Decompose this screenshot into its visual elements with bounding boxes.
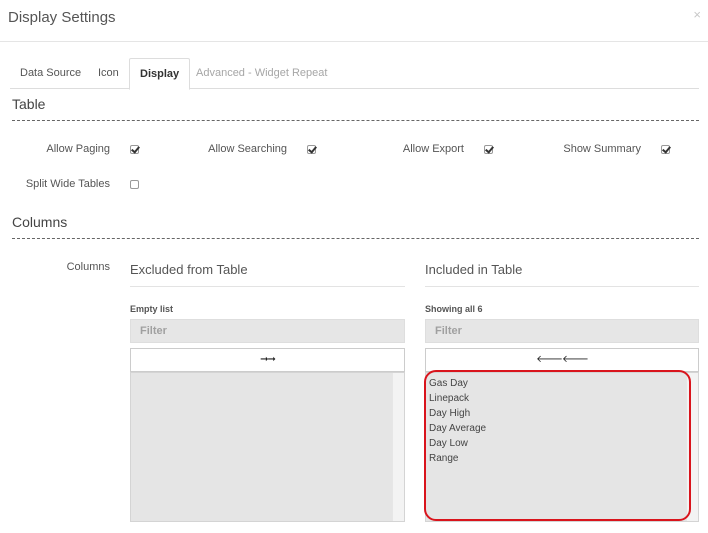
- double-arrow-left-icon: 🡐🡐: [536, 354, 589, 365]
- close-icon[interactable]: ×: [693, 7, 701, 22]
- allow-export-checkbox[interactable]: [484, 145, 493, 154]
- split-wide-tables-checkbox[interactable]: [130, 180, 139, 189]
- split-wide-tables-label: Split Wide Tables: [25, 178, 110, 190]
- modal-title: Display Settings: [8, 9, 116, 26]
- list-item[interactable]: Day Average: [426, 421, 486, 436]
- excluded-heading: Excluded from Table: [130, 262, 248, 277]
- list-item[interactable]: Linepack: [426, 391, 486, 406]
- double-arrow-right-icon: ➞➞: [260, 354, 276, 365]
- included-filter-input[interactable]: [425, 319, 699, 343]
- excluded-listbox[interactable]: [130, 372, 405, 522]
- allow-paging-checkbox[interactable]: [130, 145, 139, 154]
- section-title-columns: Columns: [12, 214, 68, 230]
- excluded-filter-input[interactable]: [130, 319, 405, 343]
- tab-icon[interactable]: Icon: [88, 58, 129, 89]
- allow-export-label: Allow Export: [402, 143, 464, 155]
- excluded-heading-divider: [130, 286, 405, 287]
- list-item[interactable]: Gas Day: [426, 376, 486, 391]
- tab-bar: Data Source Icon Display Advanced - Widg…: [10, 58, 699, 90]
- columns-field-label: Columns: [66, 261, 110, 273]
- included-items: Gas Day Linepack Day High Day Average Da…: [426, 376, 486, 466]
- section-divider-table: [12, 120, 699, 121]
- list-item[interactable]: Day High: [426, 406, 486, 421]
- modal-header: Display Settings ×: [0, 0, 708, 42]
- allow-paging-label: Allow Paging: [46, 143, 110, 155]
- section-divider-columns: [12, 238, 699, 239]
- included-heading-divider: [425, 286, 699, 287]
- list-item[interactable]: Range: [426, 451, 486, 466]
- show-summary-checkbox[interactable]: [661, 145, 670, 154]
- move-all-right-button[interactable]: ➞➞: [130, 348, 405, 372]
- section-title-table: Table: [12, 96, 46, 112]
- excluded-info: Empty list: [130, 304, 174, 314]
- allow-searching-label: Allow Searching: [208, 143, 287, 155]
- included-info: Showing all 6: [425, 304, 483, 314]
- allow-searching-checkbox[interactable]: [307, 145, 316, 154]
- excluded-scrollbar[interactable]: [392, 373, 404, 521]
- included-heading: Included in Table: [425, 262, 523, 277]
- tab-data-source[interactable]: Data Source: [10, 58, 91, 89]
- tab-advanced-widget-repeat[interactable]: Advanced - Widget Repeat: [186, 58, 337, 89]
- move-all-left-button[interactable]: 🡐🡐: [425, 348, 699, 372]
- list-item[interactable]: Day Low: [426, 436, 486, 451]
- included-scrollbar[interactable]: [686, 373, 698, 521]
- show-summary-label: Show Summary: [563, 143, 641, 155]
- tab-display[interactable]: Display: [129, 58, 191, 90]
- included-listbox[interactable]: Gas Day Linepack Day High Day Average Da…: [425, 372, 699, 522]
